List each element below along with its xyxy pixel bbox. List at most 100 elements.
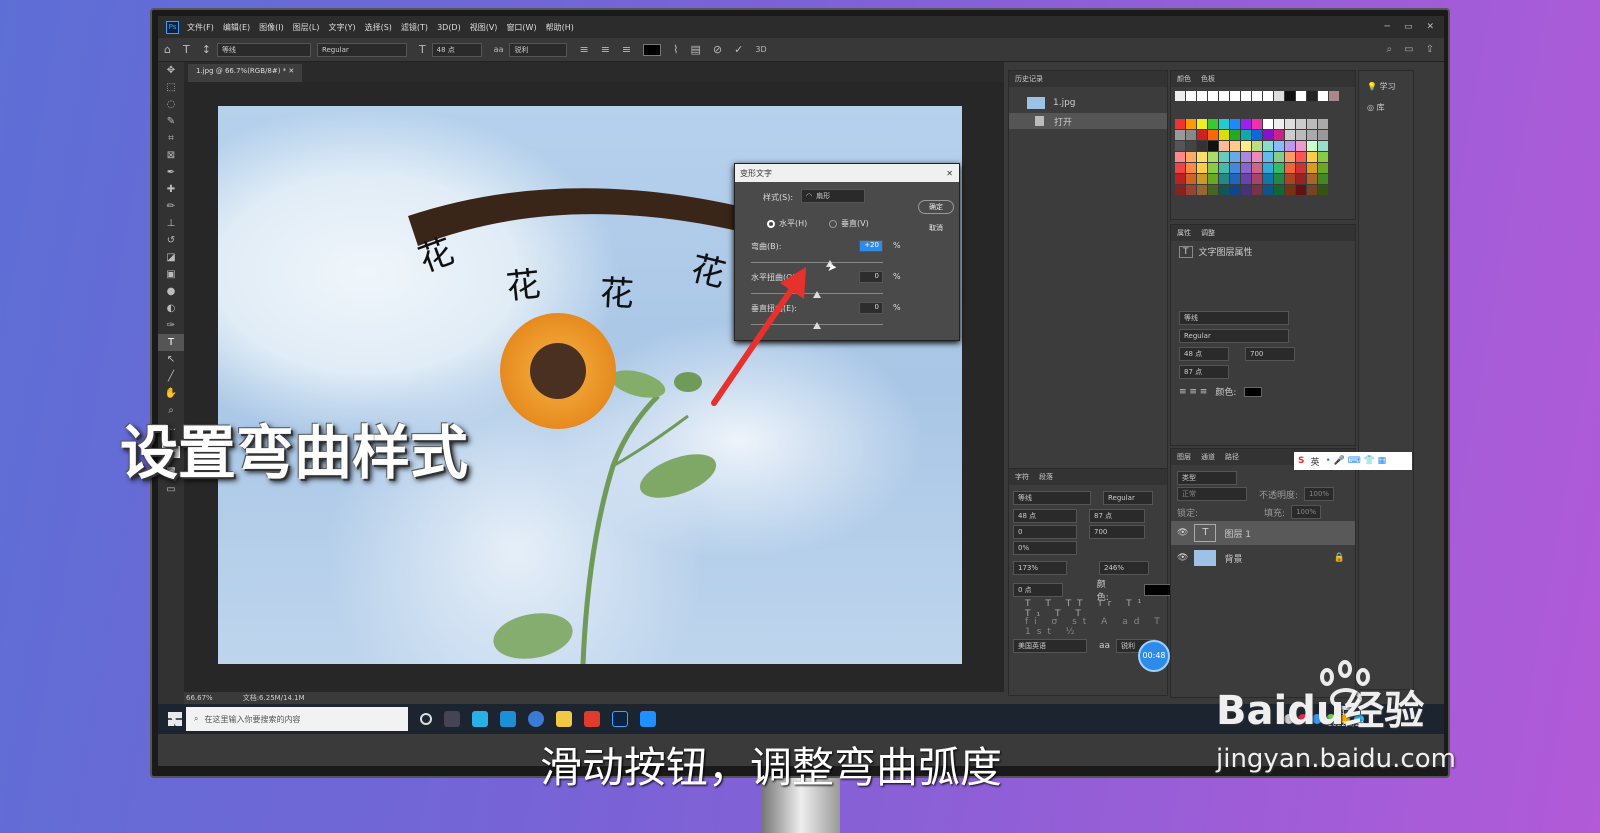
prop-align-buttons[interactable]: ≡ ≡ ≡ xyxy=(1179,387,1207,397)
swatch-grid[interactable] xyxy=(1175,91,1351,211)
color-swatch[interactable] xyxy=(1241,141,1251,151)
color-swatch[interactable] xyxy=(1175,152,1185,162)
search-icon[interactable]: ⌕ xyxy=(1387,44,1393,55)
color-swatch[interactable] xyxy=(1175,185,1185,195)
color-swatch[interactable] xyxy=(1285,130,1295,140)
hdist-input[interactable]: 0 xyxy=(859,271,883,283)
color-swatch[interactable] xyxy=(1252,152,1262,162)
prop-tracking-select[interactable]: 700 xyxy=(1245,347,1295,361)
color-swatch[interactable] xyxy=(1186,119,1196,129)
color-swatch[interactable] xyxy=(1263,141,1273,151)
color-swatch[interactable] xyxy=(1219,119,1229,129)
eye-icon[interactable]: 👁 xyxy=(1177,528,1188,538)
layer-row[interactable]: 👁 背景 🔒 xyxy=(1171,547,1355,569)
color-swatch[interactable] xyxy=(1197,185,1207,195)
opacity-input[interactable]: 100% xyxy=(1304,487,1335,501)
color-swatch[interactable] xyxy=(1175,141,1185,151)
3d-button[interactable]: 3D xyxy=(755,45,766,54)
color-swatch[interactable] xyxy=(1241,119,1251,129)
color-swatch[interactable] xyxy=(1219,174,1229,184)
learn-button[interactable]: 💡 学习 xyxy=(1359,81,1413,92)
color-swatch[interactable] xyxy=(1197,152,1207,162)
lasso-tool-icon[interactable]: ◌ xyxy=(158,96,184,113)
horizontal-radio[interactable]: 水平(H) xyxy=(767,218,807,229)
dodge-icon[interactable]: ◐ xyxy=(158,300,184,317)
warp-text-icon[interactable]: ⌇ xyxy=(673,43,678,56)
type-tool-icon[interactable]: T xyxy=(183,43,190,56)
char-font-select[interactable]: 等线 xyxy=(1013,491,1091,505)
color-swatch[interactable] xyxy=(1296,91,1306,101)
menu-3d[interactable]: 3D(D) xyxy=(437,23,461,32)
commit-icon[interactable]: ✓ xyxy=(734,43,743,56)
color-swatch[interactable] xyxy=(1274,174,1284,184)
windows-start-icon[interactable] xyxy=(168,712,182,726)
text-color-swatch[interactable] xyxy=(643,43,662,56)
layer-row[interactable]: 👁 T 图层 1 xyxy=(1171,521,1355,545)
char-hscale[interactable]: 246% xyxy=(1099,561,1149,575)
tab-adjustments[interactable]: 调整 xyxy=(1201,228,1215,238)
ime-toolbar[interactable]: S 英 • 🎤 ⌨ 👕 ▦ xyxy=(1294,452,1412,470)
color-swatch[interactable] xyxy=(1197,119,1207,129)
blend-mode-select[interactable]: 正常 xyxy=(1177,487,1247,501)
panels-icon[interactable]: ▤ xyxy=(691,43,701,56)
color-swatch[interactable] xyxy=(1252,185,1262,195)
color-swatch[interactable] xyxy=(1186,91,1196,101)
eraser-icon[interactable]: ◪ xyxy=(158,249,184,266)
font-size-select[interactable]: 48 点 xyxy=(431,42,482,57)
warp-style-select[interactable]: ◠ 扇形 xyxy=(801,189,865,203)
history-snapshot[interactable]: 1.jpg xyxy=(1009,93,1167,113)
photoshop-taskbar-icon[interactable] xyxy=(612,711,628,727)
color-swatch[interactable] xyxy=(1208,130,1218,140)
cancel-button[interactable]: 取消 xyxy=(918,222,954,236)
ime-tools-icon[interactable]: • 🎤 ⌨ 👕 ▦ xyxy=(1326,456,1387,466)
share-icon[interactable]: ⇪ xyxy=(1426,44,1434,55)
color-swatch[interactable] xyxy=(1307,141,1317,151)
quick-select-icon[interactable]: ✎ xyxy=(158,113,184,130)
prop-style-select[interactable]: Regular xyxy=(1179,329,1289,343)
color-swatch[interactable] xyxy=(1307,91,1317,101)
brush-tool-icon[interactable]: ✏ xyxy=(158,198,184,215)
libraries-button[interactable]: ◎ 库 xyxy=(1359,102,1413,113)
history-title[interactable]: 历史记录 xyxy=(1015,74,1043,84)
color-swatch[interactable] xyxy=(1219,185,1229,195)
layer-name[interactable]: 背景 xyxy=(1224,552,1242,565)
align-center-icon[interactable]: ≡ xyxy=(601,43,610,56)
color-swatch[interactable] xyxy=(1307,119,1317,129)
color-swatch[interactable] xyxy=(1285,185,1295,195)
browser-icon[interactable] xyxy=(500,711,516,727)
color-swatch[interactable] xyxy=(1230,152,1240,162)
color-swatch[interactable] xyxy=(1186,163,1196,173)
eyedropper-icon[interactable]: ✒ xyxy=(158,164,184,181)
chat-app-icon[interactable] xyxy=(528,711,544,727)
char-tracking-select[interactable]: 700 xyxy=(1089,525,1145,539)
color-swatch[interactable] xyxy=(1230,174,1240,184)
color-swatch[interactable] xyxy=(1175,163,1185,173)
eye-icon[interactable]: 👁 xyxy=(1177,553,1188,563)
color-swatch[interactable] xyxy=(1186,130,1196,140)
pen-tool-icon[interactable]: ✑ xyxy=(158,317,184,334)
history-step[interactable]: 打开 xyxy=(1009,113,1167,129)
char-vscale[interactable]: 173% xyxy=(1013,561,1067,575)
color-swatch[interactable] xyxy=(1208,152,1218,162)
color-swatch[interactable] xyxy=(1274,152,1284,162)
char-kerning-select[interactable]: 0 xyxy=(1013,525,1077,539)
color-swatch[interactable] xyxy=(1296,174,1306,184)
color-swatch[interactable] xyxy=(1219,163,1229,173)
color-swatch[interactable] xyxy=(1252,119,1262,129)
color-swatch[interactable] xyxy=(1318,185,1328,195)
color-swatch[interactable] xyxy=(1263,130,1273,140)
color-swatch[interactable] xyxy=(1252,141,1262,151)
char-scale-select[interactable]: 0% xyxy=(1013,541,1077,555)
menu-window[interactable]: 窗口(W) xyxy=(506,22,536,33)
frame-tool-icon[interactable]: ⊠ xyxy=(158,147,184,164)
color-swatch[interactable] xyxy=(1296,119,1306,129)
color-swatch[interactable] xyxy=(1252,163,1262,173)
color-swatch[interactable] xyxy=(1208,91,1218,101)
char-leading-select[interactable]: 87 点 xyxy=(1089,509,1145,523)
wps-icon[interactable] xyxy=(584,711,600,727)
char-size-select[interactable]: 48 点 xyxy=(1013,509,1077,523)
color-swatch[interactable] xyxy=(1252,174,1262,184)
orientation-icon[interactable]: ↕ xyxy=(202,43,211,56)
prop-color-swatch[interactable] xyxy=(1244,386,1263,397)
ime-mode[interactable]: 英 xyxy=(1310,455,1319,468)
